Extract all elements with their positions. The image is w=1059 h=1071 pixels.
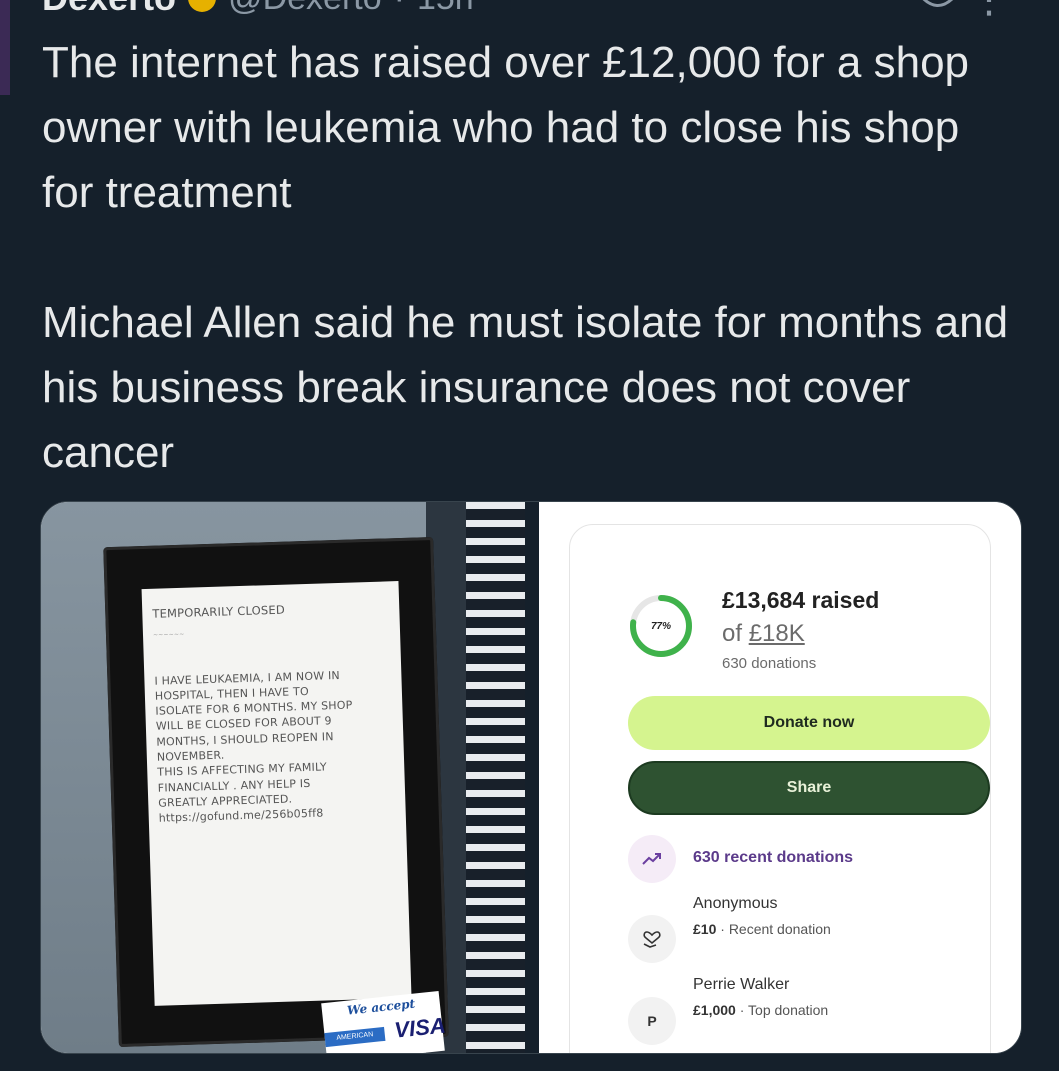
- shop-sign-photo[interactable]: TEMPORARILY CLOSED ~~~~~~ I HAVE LEUKAEM…: [41, 502, 525, 1053]
- visa-logo: VISA: [393, 1012, 447, 1043]
- tweet-media[interactable]: TEMPORARILY CLOSED ~~~~~~ I HAVE LEUKAEM…: [40, 501, 1022, 1054]
- author-handle[interactable]: @Dexerto: [228, 0, 382, 18]
- notice-scribble: ~~~~~~: [152, 631, 185, 640]
- trending-up-icon: [628, 835, 676, 883]
- tweet-paragraph-1: The internet has raised over £12,000 for…: [42, 38, 970, 217]
- goal-prefix: of: [722, 620, 743, 647]
- notice-paper: TEMPORARILY CLOSED ~~~~~~ I HAVE LEUKAEM…: [141, 581, 412, 1006]
- goal-amount[interactable]: £18K: [749, 620, 805, 647]
- tweet-paragraph-2: Michael Allen said he must isolate for m…: [42, 298, 1009, 477]
- donor-type: Top donation: [748, 1002, 829, 1018]
- donate-now-button[interactable]: Donate now: [628, 696, 990, 750]
- shop-shutter: [466, 502, 525, 1053]
- tweet-text: The internet has raised over £12,000 for…: [42, 30, 1022, 485]
- separator: ·: [394, 0, 405, 18]
- more-options-icon[interactable]: ⋮: [969, 0, 1009, 22]
- notice-title: TEMPORARILY CLOSED: [152, 602, 286, 621]
- donor-avatar: P: [628, 997, 676, 1045]
- notice-frame: TEMPORARILY CLOSED ~~~~~~ I HAVE LEUKAEM…: [103, 536, 449, 1048]
- donor-name: Perrie Walker: [693, 976, 790, 993]
- goal-line: of £18K: [722, 620, 805, 648]
- donations-count: 630 donations: [722, 655, 817, 672]
- author-name[interactable]: Dexerto: [42, 0, 176, 19]
- donor-meta: £1,000 · Top donation: [693, 1002, 829, 1018]
- recent-donations-link[interactable]: 630 recent donations: [693, 849, 853, 867]
- timestamp[interactable]: 15h: [417, 0, 474, 18]
- gofundme-screenshot[interactable]: 77% £13,684 raised of £18K 630 donations…: [539, 502, 1021, 1053]
- donor-meta: £10 · Recent donation: [693, 921, 831, 937]
- progress-label: 77%: [650, 620, 671, 632]
- amex-logo: AMERICAN: [324, 1026, 386, 1048]
- sticker-text: We accept: [346, 996, 416, 1018]
- donor-amount: £10: [693, 921, 717, 937]
- fundraiser-card: 77% £13,684 raised of £18K 630 donations…: [569, 524, 991, 1053]
- donor-name: Anonymous: [693, 895, 778, 912]
- media-divider: [525, 502, 539, 1053]
- avatar[interactable]: [0, 0, 10, 95]
- donor-amount: £1,000: [693, 1002, 736, 1018]
- grok-icon[interactable]: [915, 0, 959, 10]
- card-payment-sticker: We accept AMERICAN VISA: [321, 990, 447, 1053]
- verified-badge-icon: [188, 0, 217, 12]
- tweet-header: Dexerto @Dexerto · 15h: [42, 0, 1019, 18]
- heart-hand-icon: [628, 915, 676, 963]
- share-button[interactable]: Share: [628, 761, 990, 815]
- amount-raised: £13,684 raised: [722, 587, 880, 613]
- donor-type: Recent donation: [728, 921, 831, 937]
